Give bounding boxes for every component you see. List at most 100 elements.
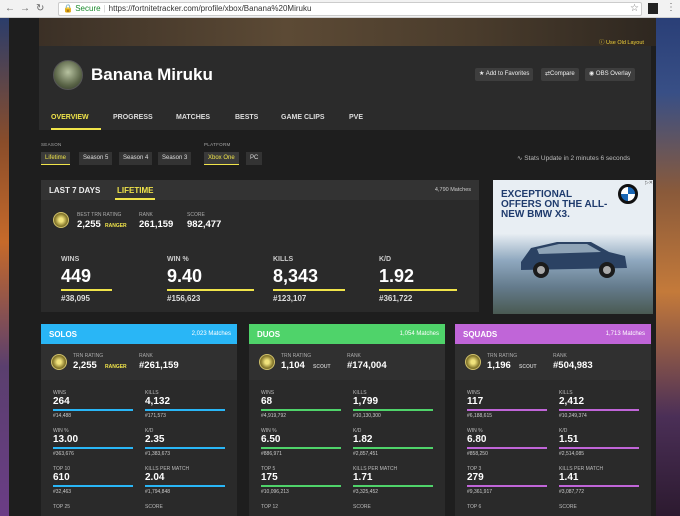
avatar	[53, 60, 83, 90]
extension-icon[interactable]	[648, 3, 658, 14]
solos-wins-bar	[53, 409, 133, 411]
squads-top-3-value: 279	[467, 472, 484, 483]
advertisement[interactable]: EXCEPTIONAL OFFERS ON THE ALL-NEW BMW X3…	[493, 180, 653, 314]
squads-title: SQUADS	[463, 330, 498, 339]
duos-matches: 1,054 Matches	[399, 331, 439, 337]
overall-k-d-rank: #361,722	[379, 294, 413, 303]
tab-bests[interactable]: BESTS	[235, 114, 258, 121]
tab-progress[interactable]: PROGRESS	[113, 114, 153, 121]
duos-win-value: 6.50	[261, 434, 281, 445]
solos-tier: RANGER	[105, 364, 127, 370]
tab-game-clips[interactable]: GAME CLIPS	[281, 114, 325, 121]
solos-win-bar	[53, 447, 133, 449]
reload-icon[interactable]: ↻	[36, 3, 44, 15]
tab-last-7-days[interactable]: LAST 7 DAYS	[49, 186, 100, 195]
duos-top-12-label: TOP 12	[261, 504, 279, 510]
score-label: SCORE	[187, 212, 205, 218]
season-4-button[interactable]: Season 4	[119, 152, 153, 165]
use-old-layout-link[interactable]: ⓘ Use Old Layout	[599, 38, 644, 46]
squads-kills-per-match-rank: #3,087,772	[559, 489, 585, 495]
banner-image	[39, 18, 656, 46]
forward-icon[interactable]: →	[20, 3, 30, 15]
squads-kills-per-match-bar	[559, 485, 639, 487]
squads-rank-label: RANK	[553, 353, 567, 359]
profile-header: Banana Miruku ★ Add to Favorites ⇄Compar…	[39, 46, 651, 130]
duos-k-d-value: 1.82	[353, 434, 373, 445]
duos-k-d-rank: #2,857,451	[353, 451, 379, 457]
overall-win-rank: #156,623	[167, 294, 201, 303]
duos-kills-bar	[353, 409, 433, 411]
squads-kills-rank: #10,249,374	[559, 413, 587, 419]
duos-wins-rank: #4,919,792	[261, 413, 287, 419]
overall-k-d-bar	[379, 289, 457, 291]
duos-wins-bar	[261, 409, 341, 411]
tab-overview[interactable]: OVERVIEW	[51, 114, 89, 121]
ad-choices-icon[interactable]: ▷✕	[645, 180, 653, 186]
duos-k-d-bar	[353, 447, 433, 449]
squads-rank-value: #504,983	[553, 360, 593, 371]
season-5-button[interactable]: Season 5	[79, 152, 113, 165]
squads-top-3-bar	[467, 485, 547, 487]
tab-matches[interactable]: MATCHES	[176, 114, 210, 121]
secure-label: Secure	[75, 4, 101, 13]
solos-top-25-label: TOP 25	[53, 504, 71, 510]
platform-pc-button[interactable]: PC	[246, 152, 263, 165]
tab-pve[interactable]: PVE	[349, 114, 363, 121]
duos-top-5-bar	[261, 485, 341, 487]
squads-k-d-rank: #2,514,085	[559, 451, 585, 457]
squads-wins-rank: #6,188,615	[467, 413, 493, 419]
duos-win-bar	[261, 447, 341, 449]
solos-title: SOLOS	[49, 330, 78, 339]
overall-wins-label: WINS	[61, 256, 80, 263]
solos-k-d-value: 2.35	[145, 434, 165, 445]
duos-trn-label: TRN RATING	[281, 353, 312, 359]
solos-top-10-rank: #32,463	[53, 489, 72, 495]
duos-top-5-value: 175	[261, 472, 278, 483]
overall-kills-label: KILLS	[273, 256, 294, 263]
best-trn-label: BEST TRN RATING	[77, 212, 122, 218]
bmw-logo-icon	[618, 184, 638, 204]
overall-tabs: LAST 7 DAYS LIFETIME 4,790 Matches	[41, 180, 479, 200]
squads-win-bar	[467, 447, 547, 449]
back-icon[interactable]: ←	[5, 3, 15, 15]
scout-medal-icon	[259, 354, 275, 370]
ad-headline: EXCEPTIONAL OFFERS ON THE ALL-NEW BMW X3…	[501, 189, 608, 220]
menu-icon[interactable]: ⋮	[666, 2, 676, 13]
solos-wins-rank: #14,488	[53, 413, 72, 419]
squads-kills-value: 2,412	[559, 396, 585, 407]
squads-card: SQUADS 1,713 Matches TRN RATING 1,196 SC…	[455, 324, 651, 516]
platform-xbox-button[interactable]: Xbox One	[204, 152, 239, 165]
rank-label: RANK	[139, 212, 153, 218]
solos-kills-per-match-bar	[145, 485, 225, 487]
add-to-favorites-button[interactable]: ★ Add to Favorites	[475, 68, 534, 81]
squads-rating-row: TRN RATING 1,196 SCOUT RANK #504,983	[455, 344, 651, 380]
season-3-button[interactable]: Season 3	[158, 152, 192, 165]
duos-card: DUOS 1,054 Matches TRN RATING 1,104 SCOU…	[249, 324, 445, 516]
overall-kills-value: 8,343	[273, 266, 319, 286]
duos-wins-value: 68	[261, 396, 273, 407]
profile-tabs: OVERVIEW PROGRESS MATCHES BESTS GAME CLI…	[39, 110, 651, 130]
score-value: 982,477	[187, 219, 222, 230]
page-content: ⓘ Use Old Layout Banana Miruku ★ Add to …	[9, 18, 656, 516]
overall-wins-value: 449	[61, 266, 92, 286]
obs-overlay-button[interactable]: ◉ OBS Overlay	[585, 68, 635, 81]
solos-kills-bar	[145, 409, 225, 411]
squads-win-rank: #858,250	[467, 451, 488, 457]
solos-k-d-rank: #1,383,673	[145, 451, 171, 457]
solos-card: SOLOS 2,023 Matches TRN RATING 2,255 RAN…	[41, 324, 237, 516]
best-trn-tier: RANGER	[105, 223, 127, 229]
address-bar[interactable]: 🔒 Secure | https://fortnitetracker.com/pro…	[58, 2, 642, 16]
ranger-medal-icon	[51, 354, 67, 370]
duos-header: DUOS 1,054 Matches	[249, 324, 445, 344]
pulse-icon: ∿	[517, 155, 523, 162]
compare-button[interactable]: ⇄Compare	[541, 68, 579, 81]
overall-wins-bar	[61, 289, 112, 291]
season-lifetime-button[interactable]: Lifetime	[41, 152, 71, 165]
best-trn-value: 2,255	[77, 219, 101, 230]
active-tab-indicator	[115, 198, 155, 200]
solos-kills-per-match-rank: #1,794,848	[145, 489, 171, 495]
overall-stats-card: LAST 7 DAYS LIFETIME 4,790 Matches BEST …	[41, 180, 479, 312]
tab-lifetime[interactable]: LIFETIME	[117, 186, 153, 195]
bookmark-star-icon[interactable]: ☆	[630, 3, 639, 14]
solos-rank-label: RANK	[139, 353, 153, 359]
